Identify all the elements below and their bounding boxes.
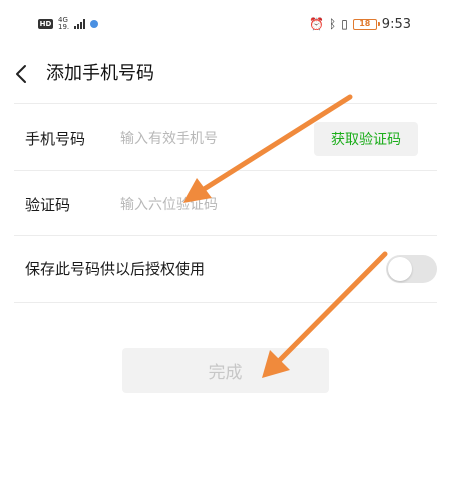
phone-input[interactable] <box>120 127 300 151</box>
save-number-label: 保存此号码供以后授权使用 <box>25 260 206 278</box>
status-bar-right: ⏰ ᛒ ▯ 18 9:53 <box>309 16 411 32</box>
done-button[interactable]: 完成 <box>122 348 329 393</box>
page-title: 添加手机号码 <box>46 63 154 84</box>
code-row: 验证码 <box>0 171 451 235</box>
save-row: 保存此号码供以后授权使用 <box>0 236 451 302</box>
signal-icon <box>74 19 86 29</box>
phone-label: 手机号码 <box>25 130 86 148</box>
network-type-icon: 4G 19. <box>58 16 70 31</box>
battery-level: 18 <box>359 18 371 28</box>
toggle-knob <box>388 257 412 281</box>
vibrate-icon: ▯ <box>341 17 348 31</box>
code-input[interactable] <box>120 193 300 217</box>
hd-icon: HD <box>38 19 53 29</box>
alarm-icon: ⏰ <box>309 17 324 31</box>
network-speed-label: 19. <box>58 22 70 31</box>
battery-icon: 18 <box>352 18 380 30</box>
save-number-toggle[interactable] <box>386 255 437 283</box>
page-header: 添加手机号码 <box>0 52 451 96</box>
back-arrow-icon[interactable] <box>12 62 32 86</box>
divider <box>14 302 437 303</box>
status-bar-left: HD 4G 19. <box>38 16 99 31</box>
status-bar: HD 4G 19. ⏰ ᛒ ▯ 18 9:53 <box>0 0 451 40</box>
code-label: 验证码 <box>25 196 71 214</box>
get-code-button[interactable]: 获取验证码 <box>314 122 418 156</box>
hotspot-icon <box>90 20 99 28</box>
bluetooth-icon: ᛒ <box>328 17 337 31</box>
status-clock: 9:53 <box>381 16 411 32</box>
